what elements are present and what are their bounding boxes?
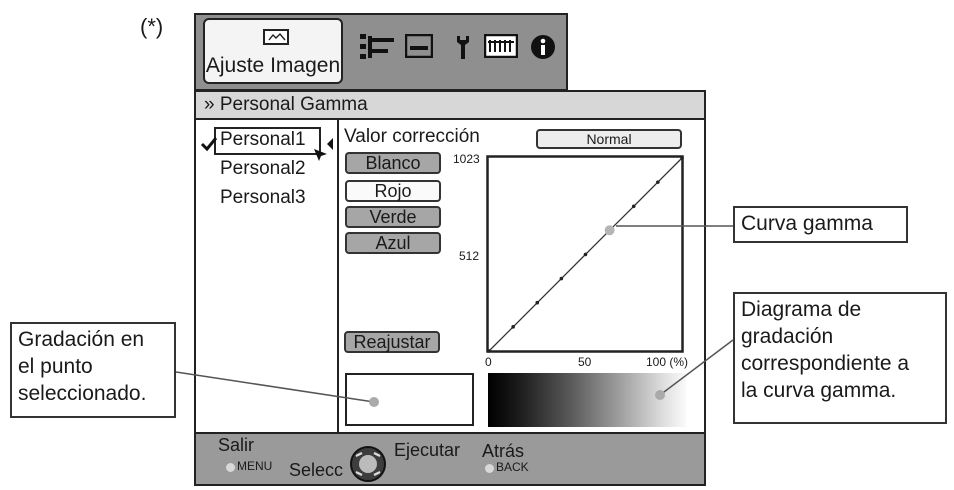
x-tick-label-100: 100 (%) xyxy=(646,355,689,369)
selected-curve-point[interactable] xyxy=(604,225,615,236)
callout-point-line-2: el punto xyxy=(18,355,93,378)
callout-gradation-line-4: la curva gamma. xyxy=(741,379,897,402)
info-icon[interactable] xyxy=(530,34,556,60)
callout-gamma-curve: Curva gamma xyxy=(733,206,908,243)
execute-label: Ejecutar xyxy=(394,440,461,460)
callout-gradation-diagram: Diagrama de gradación correspondiente a … xyxy=(733,292,947,424)
footnote-mark: (*) xyxy=(140,14,164,39)
channel-button-verde[interactable]: Verde xyxy=(345,206,441,228)
wrench-icon[interactable] xyxy=(455,34,471,60)
preset-item-personal2[interactable]: Personal2 xyxy=(220,158,306,180)
point-gradation-sample xyxy=(345,373,474,426)
cursor-icon xyxy=(314,149,327,161)
back-label: Atrás xyxy=(482,441,525,461)
exit-label: Salir xyxy=(218,435,255,455)
preset-item-personal3[interactable]: Personal3 xyxy=(220,187,306,209)
channel-button-azul[interactable]: Azul xyxy=(345,232,441,254)
gamma-curve-point[interactable] xyxy=(511,325,515,329)
back-key-label[interactable]: BACK xyxy=(496,460,529,474)
advanced-settings-icon[interactable] xyxy=(360,34,394,60)
callout-point-gradation: Gradación en el punto seleccionado. xyxy=(10,322,176,418)
callout-gradation-line-2: gradación xyxy=(741,325,834,348)
correction-value-select[interactable]: Normal xyxy=(536,129,682,149)
network-icon[interactable] xyxy=(484,34,518,58)
display-icon[interactable] xyxy=(405,34,433,58)
y-tick-label-512: 512 xyxy=(459,249,480,263)
gamma-curve-point[interactable] xyxy=(583,252,588,257)
gamma-curve-point[interactable] xyxy=(656,180,660,184)
x-tick-label-50: 50 xyxy=(578,355,592,369)
menu-key-dot xyxy=(226,463,235,472)
gamma-curve-point[interactable] xyxy=(631,204,636,209)
checkmark-icon xyxy=(200,137,218,152)
callout-point-line-1: Gradación en xyxy=(18,328,145,351)
y-tick-label-1023: 1023 xyxy=(453,152,480,166)
x-tick-label-0: 0 xyxy=(485,355,492,369)
correction-value-label: Valor corrección xyxy=(344,126,480,147)
reset-button[interactable]: Reajustar xyxy=(344,331,440,353)
picture-icon xyxy=(263,29,289,45)
callout-gradation-line-1: Diagrama de xyxy=(741,298,862,321)
channel-button-blanco[interactable]: Blanco xyxy=(345,152,441,174)
gamma-curve-point[interactable] xyxy=(535,300,540,305)
select-label: Selecc xyxy=(289,460,344,480)
callout-point-line-3: seleccionado. xyxy=(18,382,147,405)
gamma-curve-point[interactable] xyxy=(487,349,491,353)
tab-picture-adjust[interactable]: Ajuste Imagen xyxy=(203,18,343,84)
menu-key-label[interactable]: MENU xyxy=(237,459,272,473)
back-key-dot xyxy=(485,464,494,473)
gamma-curve-chart[interactable] xyxy=(486,155,686,355)
gamma-curve-point[interactable] xyxy=(559,276,564,281)
panel-header: » Personal Gamma xyxy=(196,92,704,120)
tab-picture-adjust-label: Ajuste Imagen xyxy=(205,54,341,77)
preset-item-personal1[interactable]: Personal1 xyxy=(220,129,306,151)
panel-title: » Personal Gamma xyxy=(204,94,368,115)
channel-button-rojo[interactable]: Rojo xyxy=(345,180,441,202)
gamma-curve-point[interactable] xyxy=(680,156,684,160)
selector-wheel-icon[interactable] xyxy=(348,444,388,484)
gradation-diagram-bar xyxy=(488,373,686,427)
callout-gradation-line-3: correspondiente a xyxy=(741,352,910,375)
